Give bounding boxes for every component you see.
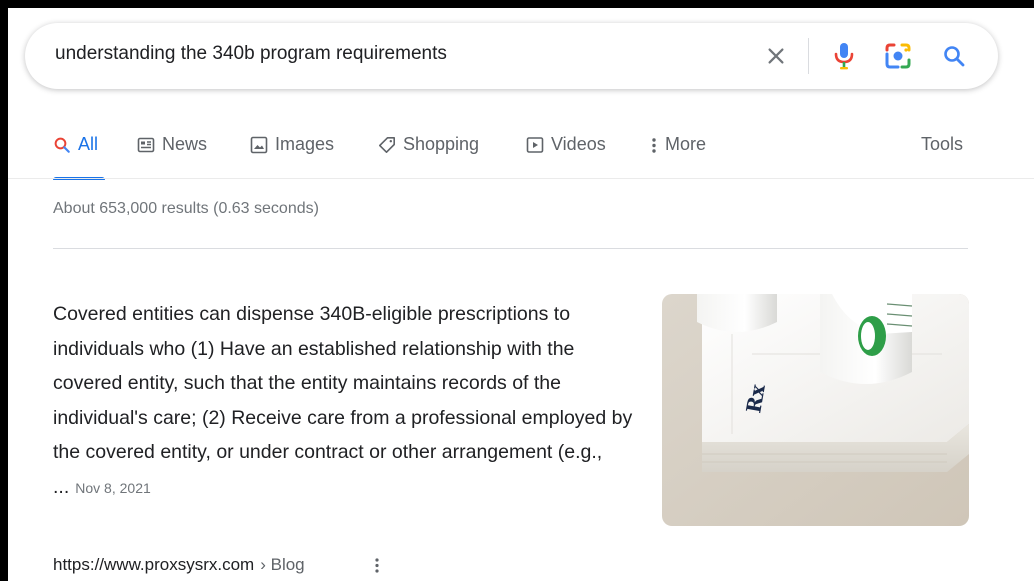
news-icon (137, 135, 155, 155)
tab-shopping[interactable]: Shopping (378, 132, 479, 180)
search-tabs: All News Images Shopping Videos More (53, 132, 973, 180)
tab-label: News (162, 134, 208, 154)
featured-snippet: Covered entities can dispense 340B-eligi… (53, 297, 643, 505)
tab-all[interactable]: All (53, 132, 105, 180)
snippet-text: Covered entities can dispense 340B-eligi… (53, 303, 633, 498)
close-icon (768, 48, 784, 64)
result-citation[interactable]: https://www.proxsysrx.com › Blog (53, 555, 305, 575)
tab-label: Shopping (403, 134, 480, 154)
result-options-button[interactable] (368, 555, 386, 575)
tabs-divider (8, 178, 1034, 179)
voice-search-button[interactable] (828, 40, 860, 72)
play-icon (526, 135, 544, 155)
search-submit-button[interactable] (938, 40, 970, 72)
tab-news[interactable]: News (137, 132, 207, 180)
search-bar-divider (808, 38, 809, 74)
search-by-image-button[interactable] (882, 40, 914, 72)
tools-button[interactable]: Tools (921, 134, 963, 155)
tab-more[interactable]: More (650, 132, 706, 180)
camera-lens-icon (885, 43, 911, 69)
stats-divider (53, 248, 968, 249)
snippet-date: Nov 8, 2021 (75, 479, 151, 496)
search-input[interactable]: understanding the 340b program requireme… (55, 43, 447, 65)
result-stats: About 653,000 results (0.63 seconds) (53, 200, 319, 217)
prescription-pad-image: Rx (662, 294, 969, 526)
result-url[interactable]: https://www.proxsysrx.com (53, 555, 254, 575)
snippet-thumbnail[interactable]: Rx (662, 294, 969, 526)
clear-search-button[interactable] (760, 40, 792, 72)
rx-symbol: Rx (741, 382, 770, 415)
more-vertical-icon (650, 135, 658, 155)
image-icon (250, 135, 268, 155)
tag-icon (378, 135, 396, 155)
result-breadcrumb: › Blog (260, 555, 305, 574)
search-icon (944, 46, 965, 67)
search-bar[interactable]: understanding the 340b program requireme… (25, 23, 998, 89)
tab-label: More (665, 134, 707, 154)
tab-label: All (78, 134, 99, 154)
tab-label: Images (275, 134, 335, 154)
tab-images[interactable]: Images (250, 132, 334, 180)
tab-label: Videos (551, 134, 606, 154)
search-results-page: understanding the 340b program requireme… (8, 8, 1034, 581)
more-vertical-icon (375, 558, 379, 573)
tab-videos[interactable]: Videos (526, 132, 606, 180)
microphone-icon (834, 43, 854, 70)
search-icon (53, 135, 71, 155)
